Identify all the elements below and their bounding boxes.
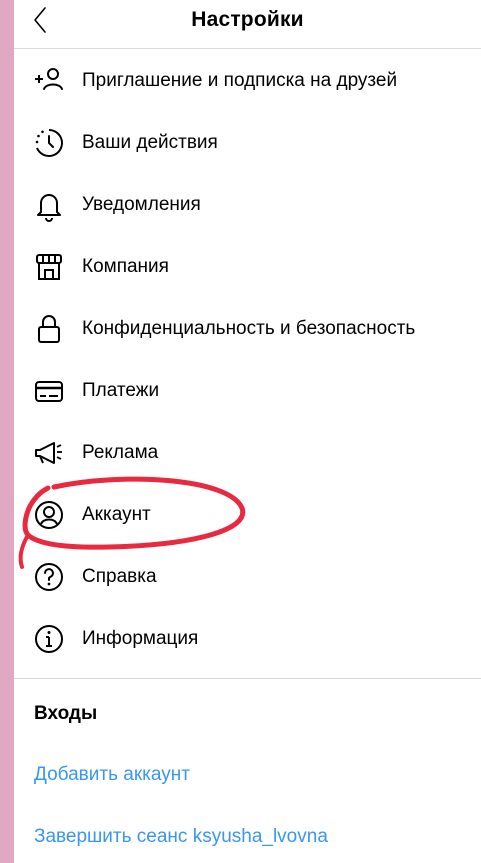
menu-item-notifications[interactable]: Уведомления xyxy=(14,174,481,236)
menu-item-help[interactable]: Справка xyxy=(14,546,481,608)
help-icon xyxy=(32,560,66,594)
logins-section-title: Входы xyxy=(34,703,98,724)
page-title: Настройки xyxy=(191,8,304,31)
menu-item-label: Конфиденциальность и безопасность xyxy=(82,318,416,339)
megaphone-icon xyxy=(32,436,66,470)
bell-icon xyxy=(32,188,66,222)
menu-item-activity[interactable]: Ваши действия xyxy=(14,112,481,174)
logout-link[interactable]: Завершить сеанс ksyusha_lvovna xyxy=(34,826,328,848)
menu-item-label: Справка xyxy=(82,566,157,587)
menu-item-info[interactable]: Информация xyxy=(14,608,481,670)
header: Настройки xyxy=(14,0,481,49)
info-icon xyxy=(32,622,66,656)
account-circle-icon xyxy=(32,498,66,532)
menu-item-label: Приглашение и подписка на друзей xyxy=(82,70,398,91)
menu-item-label: Аккаунт xyxy=(82,504,151,525)
shop-icon xyxy=(32,250,66,284)
menu-item-label: Ваши действия xyxy=(82,132,218,153)
menu-item-privacy[interactable]: Конфиденциальность и безопасность xyxy=(14,298,481,360)
menu-item-label: Компания xyxy=(82,256,169,277)
menu-item-account[interactable]: Аккаунт xyxy=(14,484,481,546)
lock-icon xyxy=(32,312,66,346)
menu-item-payments[interactable]: Платежи xyxy=(14,360,481,422)
section-divider xyxy=(14,678,481,679)
settings-screen: Настройки Приглашение и подписка на друз… xyxy=(14,0,481,863)
activity-clock-icon xyxy=(32,126,66,160)
add-friend-icon xyxy=(32,64,66,98)
menu-item-label: Реклама xyxy=(82,442,159,463)
settings-menu: Приглашение и подписка на друзей Ваши де… xyxy=(14,50,481,670)
menu-item-invite[interactable]: Приглашение и подписка на друзей xyxy=(14,50,481,112)
menu-item-label: Информация xyxy=(82,628,199,649)
card-icon xyxy=(32,374,66,408)
menu-item-label: Уведомления xyxy=(82,194,201,215)
menu-item-company[interactable]: Компания xyxy=(14,236,481,298)
add-account-link[interactable]: Добавить аккаунт xyxy=(34,764,190,786)
menu-item-label: Платежи xyxy=(82,380,160,401)
menu-item-ads[interactable]: Реклама xyxy=(14,422,481,484)
